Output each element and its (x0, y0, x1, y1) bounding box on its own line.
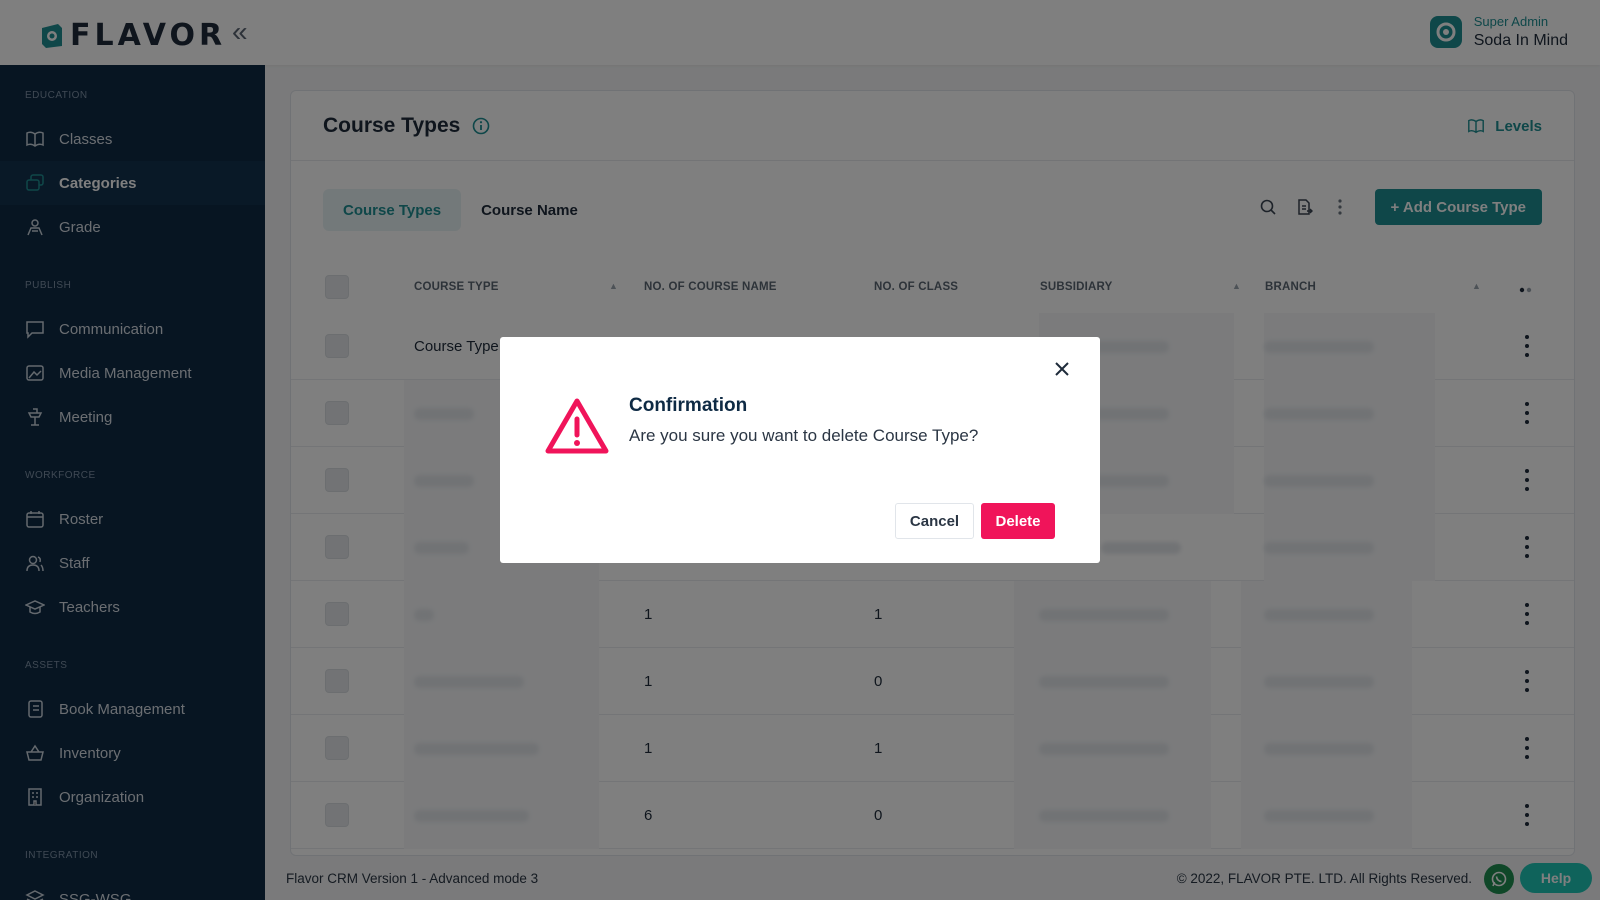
cancel-button[interactable]: Cancel (895, 503, 974, 539)
delete-confirmation-dialog: Confirmation Are you sure you want to de… (500, 337, 1100, 563)
warning-icon (545, 398, 609, 454)
dialog-title: Confirmation (629, 395, 748, 416)
dialog-message: Are you sure you want to delete Course T… (629, 426, 979, 445)
close-icon[interactable] (1050, 357, 1074, 381)
delete-button[interactable]: Delete (981, 503, 1055, 539)
